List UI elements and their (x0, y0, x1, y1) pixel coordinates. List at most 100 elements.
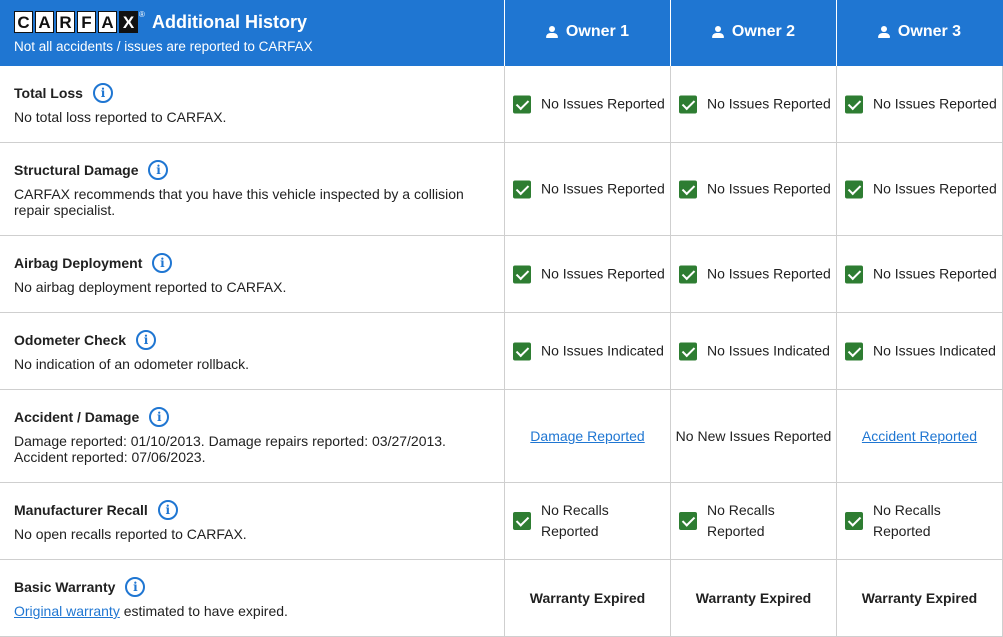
owner-1-cell: No Recalls Reported (504, 483, 670, 559)
owner-3-cell: No Issues Indicated (836, 313, 1002, 389)
row-label: Structural Damage (14, 162, 139, 178)
check-icon (845, 265, 863, 283)
row-label-cell: Manufacturer Recall i No open recalls re… (0, 483, 504, 559)
check-icon (513, 342, 531, 360)
owner-1-cell: Damage Reported (504, 390, 670, 482)
status-line: No Recalls (873, 502, 941, 518)
person-icon (711, 26, 724, 38)
row-label-cell: Total Loss i No total loss reported to C… (0, 66, 504, 142)
header-brand-cell: C A R F A X ® Additional History Not all… (0, 0, 504, 66)
warranty-status: Warranty Expired (529, 590, 646, 606)
page-title: Additional History (152, 12, 308, 32)
owner-2-cell: No Issues Reported (670, 143, 836, 235)
row-label: Airbag Deployment (14, 255, 143, 271)
carfax-logo: C A R F A X ® (14, 10, 145, 33)
row-label: Manufacturer Recall (14, 502, 148, 518)
carfax-logo-letters: C A R F A X (14, 11, 138, 33)
info-icon[interactable]: i (125, 577, 146, 597)
owner-label: Owner 2 (731, 23, 796, 40)
description-line: Accident reported: 07/06/2023. (14, 449, 206, 465)
status-text: No Issues Reported (873, 265, 997, 282)
status-text: No Issues Reported (541, 180, 665, 197)
row-label-cell: Structural Damage i CARFAX recommends th… (0, 143, 504, 235)
owner-1-header: Owner 1 (504, 0, 670, 66)
check-icon (513, 95, 531, 113)
table-row-accident-damage: Accident / Damage i Damage reported: 01/… (0, 390, 1003, 483)
status-text: No Recalls Reported (541, 500, 609, 542)
accident-reported-link[interactable]: Accident Reported (837, 428, 1002, 444)
owner-3-cell: No Issues Reported (836, 236, 1002, 312)
status-text: No Issues Reported (707, 180, 831, 197)
status-text: No Recalls Reported (873, 500, 941, 542)
page-subtitle: Not all accidents / issues are reported … (14, 39, 313, 54)
table-row-odometer-check: Odometer Check i No indication of an odo… (0, 313, 1003, 390)
row-description: No open recalls reported to CARFAX. (14, 526, 247, 542)
check-icon (845, 95, 863, 113)
owner-1-cell: No Issues Reported (504, 66, 670, 142)
info-icon[interactable]: i (136, 330, 157, 350)
status-text: No Issues Indicated (707, 342, 830, 359)
additional-history-table: C A R F A X ® Additional History Not all… (0, 0, 1003, 637)
warranty-status: Warranty Expired (695, 590, 812, 606)
row-label: Basic Warranty (14, 579, 116, 595)
row-label: Accident / Damage (14, 409, 140, 425)
logo-letter: R (56, 11, 75, 33)
check-icon (679, 180, 697, 198)
owner-3-cell: No Recalls Reported (836, 483, 1002, 559)
owner-3-cell: Accident Reported (836, 390, 1002, 482)
status-text: No Issues Indicated (541, 342, 664, 359)
original-warranty-link[interactable]: Original warranty (14, 603, 120, 619)
description-line: Damage reported: 01/10/2013. Damage repa… (14, 433, 446, 449)
status-line: Reported (873, 523, 931, 539)
registered-mark: ® (139, 10, 145, 19)
info-icon[interactable]: i (157, 500, 178, 520)
info-icon[interactable]: i (92, 83, 113, 103)
check-icon (845, 180, 863, 198)
row-description: No indication of an odometer rollback. (14, 356, 250, 372)
person-icon (877, 26, 890, 38)
logo-letter: A (35, 11, 54, 33)
damage-reported-link[interactable]: Damage Reported (505, 428, 670, 444)
row-label-cell: Basic Warranty i Original warranty estim… (0, 560, 504, 636)
check-icon (679, 512, 697, 530)
table-row-airbag-deployment: Airbag Deployment i No airbag deployment… (0, 236, 1003, 313)
info-icon[interactable]: i (149, 407, 170, 427)
owner-3-cell: No Issues Reported (836, 143, 1002, 235)
owner-label: Owner 3 (897, 23, 962, 40)
status-text: No Issues Reported (707, 265, 831, 282)
description-text: estimated to have expired. (119, 603, 288, 619)
warranty-status: Warranty Expired (861, 590, 978, 606)
table-row-manufacturer-recall: Manufacturer Recall i No open recalls re… (0, 483, 1003, 560)
status-text: No Issues Indicated (873, 342, 996, 359)
row-label-cell: Accident / Damage i Damage reported: 01/… (0, 390, 504, 482)
row-label-cell: Odometer Check i No indication of an odo… (0, 313, 504, 389)
owner-2-cell: No Issues Reported (670, 236, 836, 312)
row-description: Damage reported: 01/10/2013. Damage repa… (14, 433, 484, 465)
row-label: Odometer Check (14, 332, 127, 348)
row-description: Original warranty estimated to have expi… (14, 603, 484, 619)
check-icon (513, 265, 531, 283)
owner-2-cell: No Issues Indicated (670, 313, 836, 389)
info-icon[interactable]: i (148, 160, 169, 180)
status-text: No Issues Reported (541, 95, 665, 112)
owner-2-header: Owner 2 (670, 0, 836, 66)
check-icon (679, 342, 697, 360)
table-row-basic-warranty: Basic Warranty i Original warranty estim… (0, 560, 1003, 637)
logo-letter: X (119, 11, 138, 33)
row-description: No total loss reported to CARFAX. (14, 109, 227, 125)
owner-3-header: Owner 3 (836, 0, 1002, 66)
status-text: No Issues Reported (873, 95, 997, 112)
logo-letter: A (98, 11, 117, 33)
logo-letter: C (14, 11, 33, 33)
status-line: Reported (707, 523, 765, 539)
table-row-total-loss: Total Loss i No total loss reported to C… (0, 66, 1003, 143)
owner-1-cell: No Issues Indicated (504, 313, 670, 389)
status-text: No Issues Reported (707, 95, 831, 112)
check-icon (845, 512, 863, 530)
table-header: C A R F A X ® Additional History Not all… (0, 0, 1003, 66)
info-icon[interactable]: i (152, 253, 173, 273)
owner-1-cell: Warranty Expired (504, 560, 670, 636)
status-line: No Recalls (541, 502, 609, 518)
table-row-structural-damage: Structural Damage i CARFAX recommends th… (0, 143, 1003, 236)
owner-label: Owner 1 (565, 23, 630, 40)
